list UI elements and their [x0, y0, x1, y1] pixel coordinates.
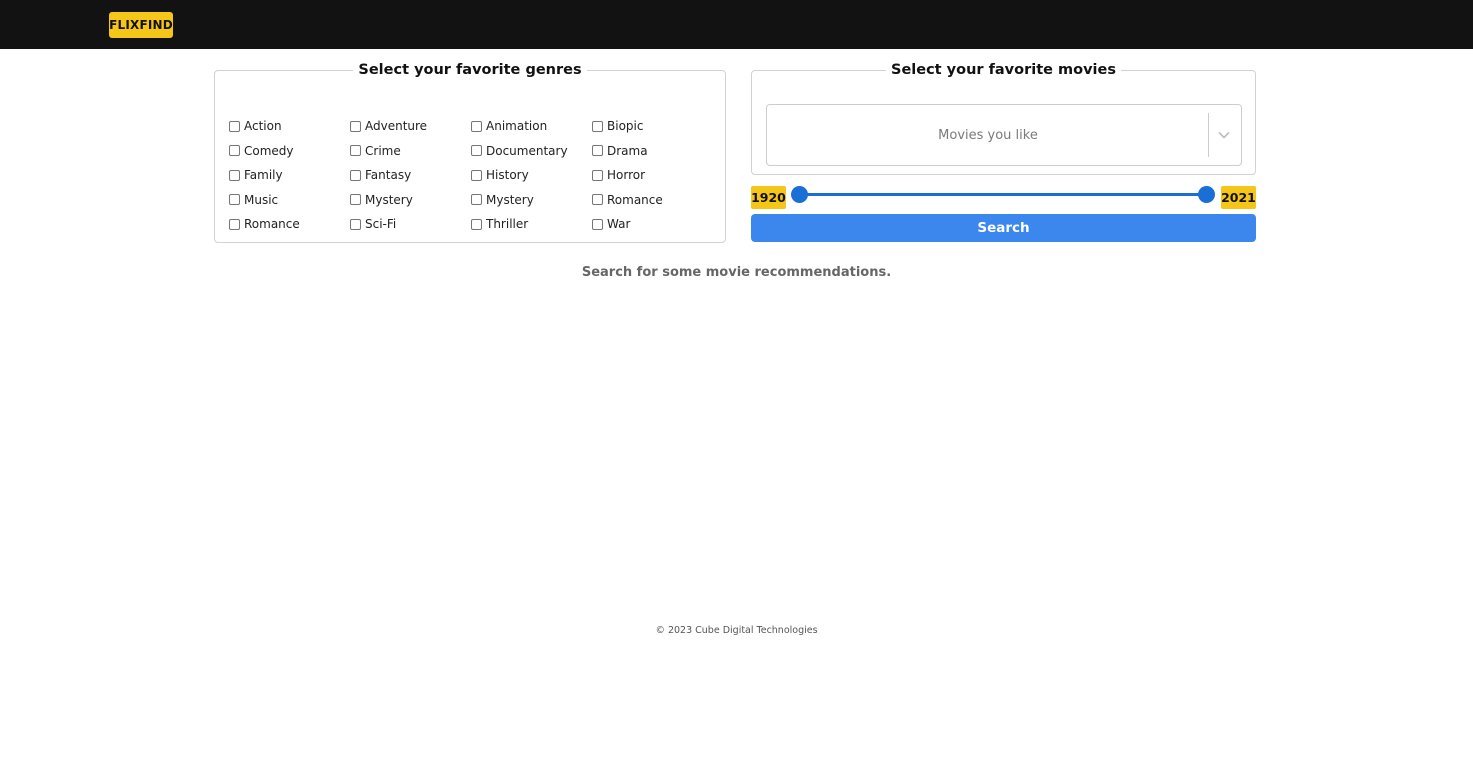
- genre-checkbox[interactable]: [592, 218, 603, 230]
- genre-option[interactable]: Horror: [592, 163, 713, 188]
- genre-label: Romance: [244, 217, 300, 232]
- genre-checkbox[interactable]: [350, 218, 361, 230]
- genre-checkbox[interactable]: [229, 169, 240, 181]
- genre-checkbox[interactable]: [229, 120, 240, 132]
- chevron-down-icon[interactable]: [1216, 127, 1232, 143]
- genre-label: Action: [244, 119, 282, 134]
- genre-label: Sci-Fi: [365, 217, 397, 232]
- genre-option[interactable]: Biopic: [592, 114, 713, 139]
- genre-option[interactable]: Fantasy: [350, 163, 471, 188]
- genre-label: Crime: [365, 143, 401, 158]
- genre-label: Animation: [486, 119, 548, 134]
- genre-option[interactable]: Documentary: [471, 139, 592, 164]
- genre-option[interactable]: Mystery: [350, 188, 471, 213]
- genre-label: Adventure: [365, 119, 428, 134]
- movies-panel: Select your favorite movies Movies you l…: [751, 62, 1256, 175]
- genre-option[interactable]: War: [592, 212, 713, 237]
- search-hint: Search for some movie recommendations.: [581, 265, 892, 280]
- genre-checkbox[interactable]: [471, 218, 482, 230]
- genre-label: Thriller: [486, 217, 529, 232]
- genre-option[interactable]: Action: [229, 114, 350, 139]
- genre-option[interactable]: Comedy: [229, 139, 350, 164]
- genre-option[interactable]: Adventure: [350, 114, 471, 139]
- genre-option[interactable]: Romance: [229, 212, 350, 237]
- genre-checkbox-grid: Action Adventure Animation Biopic Comedy…: [229, 114, 713, 237]
- genre-label: Music: [244, 192, 279, 207]
- genre-label: Documentary: [486, 143, 568, 158]
- genre-checkbox[interactable]: [471, 120, 482, 132]
- genre-label: Mystery: [486, 192, 534, 207]
- genre-checkbox[interactable]: [592, 145, 603, 157]
- select-divider: [1208, 113, 1209, 157]
- genre-label: Romance: [607, 192, 663, 207]
- genre-checkbox[interactable]: [471, 194, 482, 206]
- genre-label: Family: [244, 168, 283, 183]
- footer-copyright: © 2023 Cube Digital Technologies: [655, 625, 818, 636]
- genre-option[interactable]: Crime: [350, 139, 471, 164]
- year-min-handle[interactable]: [791, 186, 808, 203]
- genre-checkbox[interactable]: [592, 120, 603, 132]
- genre-checkbox[interactable]: [350, 145, 361, 157]
- movies-panel-title: Select your favorite movies: [891, 62, 1116, 78]
- genre-option[interactable]: Drama: [592, 139, 713, 164]
- genre-option[interactable]: Animation: [471, 114, 592, 139]
- genre-checkbox[interactable]: [229, 145, 240, 157]
- genre-label: Fantasy: [365, 168, 412, 183]
- genre-checkbox[interactable]: [350, 169, 361, 181]
- genre-option[interactable]: Sci-Fi: [350, 212, 471, 237]
- movies-select-placeholder[interactable]: Movies you like: [767, 105, 1209, 165]
- genre-option[interactable]: Music: [229, 188, 350, 213]
- year-min-label: 1920: [751, 186, 786, 209]
- genre-checkbox[interactable]: [471, 145, 482, 157]
- genre-option[interactable]: Thriller: [471, 212, 592, 237]
- genre-option[interactable]: Romance: [592, 188, 713, 213]
- genre-checkbox[interactable]: [471, 169, 482, 181]
- year-max-label: 2021: [1221, 186, 1256, 209]
- search-button[interactable]: Search: [751, 214, 1256, 242]
- genre-label: Horror: [607, 168, 646, 183]
- year-max-handle[interactable]: [1198, 186, 1215, 203]
- genre-checkbox[interactable]: [229, 194, 240, 206]
- genre-checkbox[interactable]: [350, 120, 361, 132]
- genre-label: Comedy: [244, 143, 294, 158]
- genre-checkbox[interactable]: [592, 194, 603, 206]
- genres-panel: Select your favorite genres Action Adven…: [214, 62, 726, 243]
- genre-label: Biopic: [607, 119, 644, 134]
- genre-label: Mystery: [365, 192, 413, 207]
- genre-option[interactable]: Mystery: [471, 188, 592, 213]
- genre-checkbox[interactable]: [592, 169, 603, 181]
- movies-select[interactable]: Movies you like: [766, 104, 1242, 166]
- genre-option[interactable]: History: [471, 163, 592, 188]
- genre-option[interactable]: Family: [229, 163, 350, 188]
- genre-checkbox[interactable]: [229, 218, 240, 230]
- top-navbar: FLIXFIND: [0, 0, 1473, 49]
- genre-label: War: [607, 217, 631, 232]
- year-range-track[interactable]: [799, 193, 1207, 196]
- flixfind-logo[interactable]: FLIXFIND: [109, 12, 173, 38]
- genres-panel-title: Select your favorite genres: [358, 62, 582, 78]
- genre-label: Drama: [607, 143, 648, 158]
- genre-label: History: [486, 168, 529, 183]
- genre-checkbox[interactable]: [350, 194, 361, 206]
